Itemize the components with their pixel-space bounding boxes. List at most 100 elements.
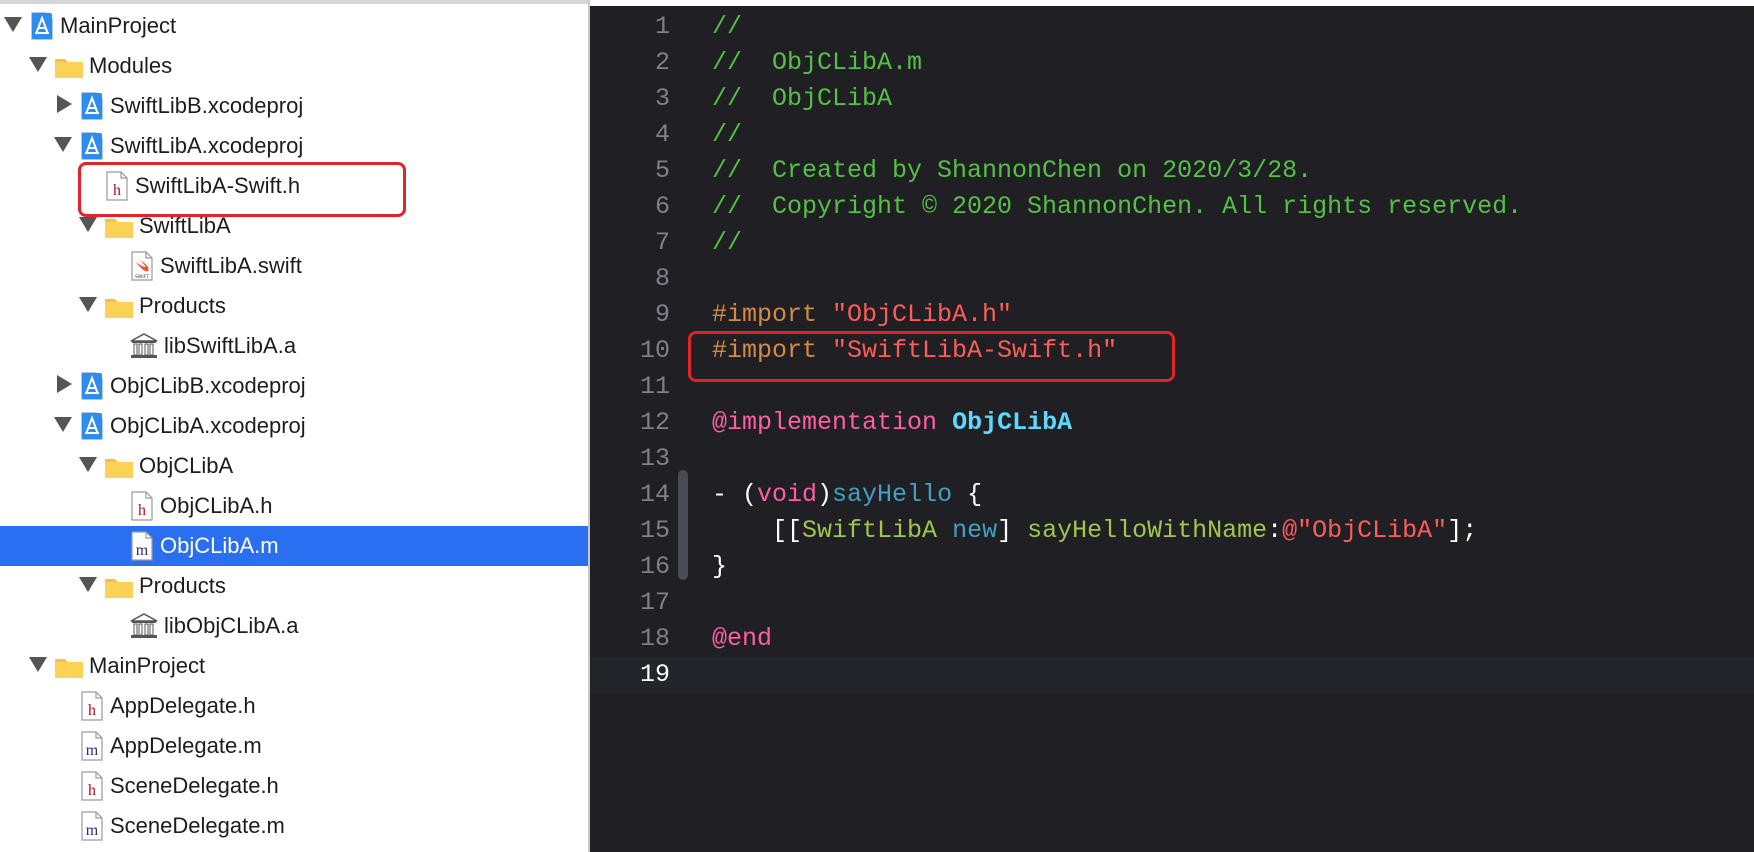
code-token: void: [757, 480, 818, 509]
code-line[interactable]: 12 @implementation ObjCLibA: [590, 405, 1754, 441]
navigator-row[interactable]: SWIFT SwiftLibA.swift: [0, 246, 588, 286]
code-token: - (: [712, 480, 758, 509]
code-line[interactable]: 8: [590, 261, 1754, 297]
code-text[interactable]: @implementation ObjCLibA: [712, 405, 1072, 441]
folder-icon: [54, 654, 84, 680]
code-line[interactable]: 9 #import "ObjCLibA.h": [590, 297, 1754, 333]
navigator-row[interactable]: SwiftLibA.xcodeproj: [0, 126, 588, 166]
code-text[interactable]: // Copyright © 2020 ShannonChen. All rig…: [712, 189, 1522, 225]
navigator-row[interactable]: libSwiftLibA.a: [0, 326, 588, 366]
disclosure-expanded-icon[interactable]: [79, 457, 97, 472]
navigator-row[interactable]: MainProject: [0, 6, 588, 46]
navigator-row[interactable]: Modules: [0, 46, 588, 86]
code-line[interactable]: 15 [[SwiftLibA new] sayHelloWithName:@"O…: [590, 513, 1754, 549]
code-line[interactable]: 7 //: [590, 225, 1754, 261]
navigator-row[interactable]: MainProject: [0, 646, 588, 686]
code-text[interactable]: @end: [712, 621, 772, 657]
code-token: sayHelloWithName: [1027, 516, 1268, 545]
project-navigator: MainProject Modules SwiftLibB.xcodeproj Swi…: [0, 0, 588, 852]
folder-icon: [54, 54, 84, 80]
line-number: 19: [639, 660, 670, 689]
navigator-row-label: libSwiftLibA.a: [164, 333, 297, 358]
navigator-row[interactable]: ObjCLibA.xcodeproj: [0, 406, 588, 446]
code-line[interactable]: 2 // ObjCLibA.m: [590, 45, 1754, 81]
disclosure-collapsed-icon[interactable]: [57, 95, 72, 113]
svg-text:h: h: [88, 702, 96, 719]
code-token: @end: [712, 624, 773, 653]
navigator-row-label: SceneDelegate.m: [110, 813, 285, 838]
library-icon: [129, 331, 159, 361]
code-text[interactable]: #import "ObjCLibA.h": [712, 297, 1012, 333]
disclosure-expanded-icon[interactable]: [29, 57, 47, 72]
code-line[interactable]: 18 @end: [590, 621, 1754, 657]
code-token: }: [712, 552, 728, 581]
code-line[interactable]: 14 - (void)sayHello {: [590, 477, 1754, 513]
disclosure-expanded-icon[interactable]: [4, 17, 22, 32]
navigator-row[interactable]: m SceneDelegate.m: [0, 806, 588, 846]
svg-text:m: m: [86, 822, 99, 839]
navigator-row[interactable]: h ObjCLibA.h: [0, 486, 588, 526]
code-text[interactable]: //: [712, 117, 742, 153]
disclosure-expanded-icon[interactable]: [79, 217, 97, 232]
code-text[interactable]: [[SwiftLibA new] sayHelloWithName:@"ObjC…: [712, 513, 1477, 549]
navigator-row-label: AppDelegate.m: [110, 733, 262, 758]
code-text[interactable]: //: [712, 9, 742, 45]
code-text[interactable]: // ObjCLibA: [712, 81, 892, 117]
source-editor[interactable]: 1 // 2 // ObjCLibA.m 3 // ObjCLibA 4 // 5 // Crea…: [590, 0, 1754, 852]
line-number: 8: [654, 264, 670, 293]
navigator-row[interactable]: m AppDelegate.m: [0, 726, 588, 766]
code-line[interactable]: 19: [590, 657, 1754, 693]
code-line[interactable]: 3 // ObjCLibA: [590, 81, 1754, 117]
line-number: 11: [639, 372, 670, 401]
code-line[interactable]: 17: [590, 585, 1754, 621]
navigator-row[interactable]: h AppDelegate.h: [0, 686, 588, 726]
navigator-row[interactable]: Products: [0, 566, 588, 606]
disclosure-expanded-icon[interactable]: [79, 297, 97, 312]
code-text[interactable]: // ObjCLibA.m: [712, 45, 922, 81]
navigator-row[interactable]: libObjCLibA.a: [0, 606, 588, 646]
line-number: 14: [639, 480, 670, 509]
navigator-row-label: ObjCLibA.m: [160, 533, 279, 558]
code-token: // ObjCLibA.m: [712, 48, 923, 77]
navigator-row[interactable]: m ObjCLibA.m: [0, 526, 588, 566]
line-number: 4: [654, 120, 670, 149]
navigator-row-label: ObjCLibA: [139, 453, 234, 478]
code-token: SwiftLibA: [802, 516, 938, 545]
navigator-row[interactable]: Products: [0, 286, 588, 326]
navigator-row-label: libObjCLibA.a: [164, 613, 299, 638]
svg-text:h: h: [138, 502, 146, 519]
code-text[interactable]: }: [712, 549, 727, 585]
line-number: 2: [654, 48, 670, 77]
highlight-box-import-line: [688, 331, 1175, 382]
editor-minimap-scroll-thumb[interactable]: [678, 470, 688, 580]
disclosure-expanded-icon[interactable]: [29, 657, 47, 672]
navigator-row-label: ObjCLibB.xcodeproj: [110, 373, 306, 398]
code-line[interactable]: 1 //: [590, 9, 1754, 45]
disclosure-expanded-icon[interactable]: [79, 577, 97, 592]
navigator-row[interactable]: ObjCLibA: [0, 446, 588, 486]
navigator-row[interactable]: SwiftLibB.xcodeproj: [0, 86, 588, 126]
code-token: :: [1267, 516, 1283, 545]
code-text[interactable]: //: [712, 225, 742, 261]
code-line[interactable]: 16}: [590, 549, 1754, 585]
library-icon: [129, 611, 159, 641]
navigator-row-label: ObjCLibA.h: [160, 493, 273, 518]
code-line[interactable]: 6 // Copyright © 2020 ShannonChen. All ri…: [590, 189, 1754, 225]
line-number: 15: [639, 516, 670, 545]
navigator-row-label: ObjCLibA.xcodeproj: [110, 413, 306, 438]
disclosure-expanded-icon[interactable]: [54, 417, 72, 432]
code-text[interactable]: - (void)sayHello {: [712, 477, 982, 513]
disclosure-collapsed-icon[interactable]: [57, 375, 72, 393]
code-line[interactable]: 5 // Created by ShannonChen on 2020/3/28.: [590, 153, 1754, 189]
code-line[interactable]: 13: [590, 441, 1754, 477]
disclosure-expanded-icon[interactable]: [54, 137, 72, 152]
xcodeproj-icon: [79, 411, 105, 441]
code-token: //: [712, 12, 743, 41]
code-token: //: [712, 228, 743, 257]
xcodeproj-icon: [79, 131, 105, 161]
code-text[interactable]: // Created by ShannonChen on 2020/3/28.: [712, 153, 1312, 189]
navigator-row[interactable]: h SceneDelegate.h: [0, 766, 588, 806]
navigator-row[interactable]: ObjCLibB.xcodeproj: [0, 366, 588, 406]
code-line[interactable]: 4 //: [590, 117, 1754, 153]
